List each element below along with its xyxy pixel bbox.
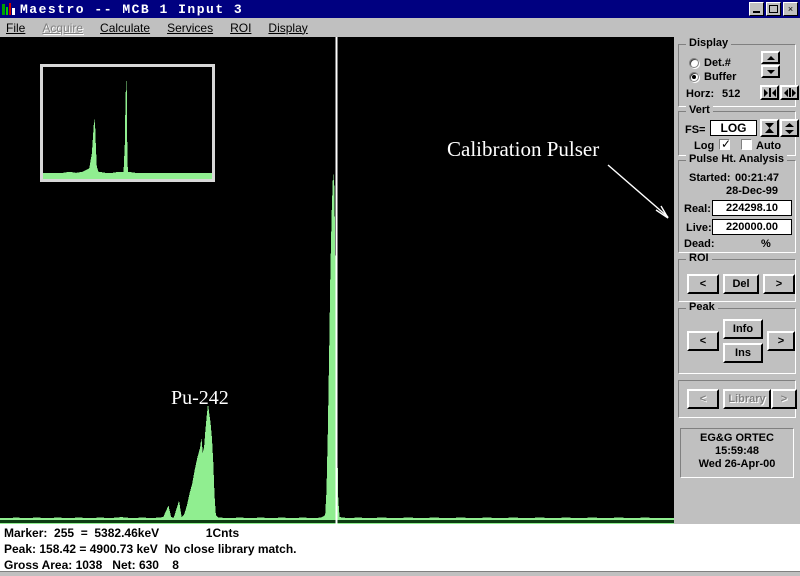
menu-display[interactable]: Display bbox=[268, 21, 307, 35]
spectrum-trace bbox=[43, 78, 212, 179]
roi-group: ROI < Del > bbox=[678, 259, 796, 302]
real-time-label: Real: bbox=[684, 203, 711, 215]
pulse-height-analysis-group: Pulse Ht. Analysis Started: 00:21:47 28-… bbox=[678, 160, 796, 253]
pha-group-label: Pulse Ht. Analysis bbox=[686, 154, 787, 165]
library-button: Library bbox=[723, 389, 771, 409]
collapse-horizontal-icon bbox=[764, 89, 768, 97]
roi-delete-button[interactable]: Del bbox=[723, 274, 759, 294]
live-time-label: Live: bbox=[686, 222, 712, 234]
brand-clock-box: EG&G ORTEC 15:59:48 Wed 26-Apr-00 bbox=[680, 428, 794, 478]
auto-checkbox[interactable] bbox=[741, 139, 752, 150]
clock-time: 15:59:48 bbox=[681, 445, 793, 458]
annotation-calibration-pulser: Calibration Pulser bbox=[447, 137, 599, 162]
real-time-value: 224298.10 bbox=[712, 200, 792, 216]
library-group: < Library > bbox=[678, 380, 796, 418]
menu-file-label: File bbox=[6, 21, 25, 35]
radio-buffer-label: Buffer bbox=[704, 71, 736, 83]
vert-autoscale-button[interactable] bbox=[760, 119, 779, 137]
radio-det-number[interactable] bbox=[689, 58, 699, 68]
close-button[interactable]: × bbox=[783, 2, 798, 16]
restore-button[interactable] bbox=[766, 2, 781, 16]
roi-group-label: ROI bbox=[686, 253, 712, 264]
radio-buffer[interactable] bbox=[689, 72, 699, 82]
expand-horizontal-icon bbox=[784, 89, 788, 97]
horz-spinner-up[interactable] bbox=[761, 51, 780, 64]
window-title: Maestro -- MCB 1 Input 3 bbox=[20, 2, 749, 17]
spectrum-display-area[interactable]: Calibration Pulser Pu-242 bbox=[0, 37, 674, 524]
horz-widen-button[interactable] bbox=[780, 85, 799, 100]
close-icon: × bbox=[784, 3, 797, 15]
display-group-label: Display bbox=[686, 38, 731, 49]
fs-value-field[interactable]: LOG bbox=[710, 120, 757, 136]
window-controls: × bbox=[749, 2, 798, 16]
minimize-button[interactable] bbox=[749, 2, 764, 16]
peak-insert-button[interactable]: Ins bbox=[723, 343, 763, 363]
down-arrow-icon bbox=[767, 70, 775, 74]
menu-calculate[interactable]: Calculate bbox=[100, 21, 150, 35]
radio-det-number-label: Det.# bbox=[704, 57, 731, 69]
maestro-application-window: Maestro -- MCB 1 Input 3 × File Acquire … bbox=[0, 0, 800, 576]
annotation-pu242: Pu-242 bbox=[171, 387, 229, 410]
menu-roi[interactable]: ROI bbox=[230, 21, 251, 35]
status-peak-line: Peak: 158.42 = 4900.73 keV No close libr… bbox=[4, 541, 800, 557]
clock-date: Wed 26-Apr-00 bbox=[681, 458, 793, 471]
menu-acquire-label: Acquire bbox=[42, 21, 83, 35]
vert-step-button[interactable] bbox=[780, 119, 799, 137]
dead-time-label: Dead: bbox=[684, 238, 715, 250]
menu-roi-label: ROI bbox=[230, 21, 251, 35]
dead-time-value: % bbox=[761, 238, 771, 250]
horz-value: 512 bbox=[722, 88, 740, 100]
started-time: 00:21:47 bbox=[735, 172, 779, 184]
horz-narrow-button[interactable] bbox=[760, 85, 779, 100]
peak-next-button[interactable]: > bbox=[767, 331, 795, 351]
peak-info-button[interactable]: Info bbox=[723, 319, 763, 339]
menu-file[interactable]: File bbox=[6, 21, 25, 35]
brand-label: EG&G ORTEC bbox=[681, 432, 793, 445]
control-panel: Display Det.# Buffer Horz: 512 bbox=[674, 37, 800, 524]
spectrum-icon bbox=[1, 2, 17, 16]
auto-label: Auto bbox=[756, 140, 781, 152]
horz-spinner-down[interactable] bbox=[761, 65, 780, 78]
log-label: Log bbox=[694, 140, 714, 152]
peak-group: Peak < Info Ins > bbox=[678, 308, 796, 374]
started-date: 28-Dec-99 bbox=[726, 185, 778, 197]
menu-acquire: Acquire bbox=[42, 21, 83, 35]
horz-label: Horz: bbox=[686, 88, 714, 100]
overview-baseline bbox=[43, 175, 212, 179]
vert-group: Vert FS= LOG Log ✓ Auto bbox=[678, 111, 796, 156]
status-bar: Marker: 255 = 5382.46keV 1Cnts Peak: 158… bbox=[0, 524, 800, 576]
menu-bar: File Acquire Calculate Services ROI Disp… bbox=[0, 18, 800, 37]
menu-display-label: Display bbox=[268, 21, 307, 35]
fs-label: FS= bbox=[685, 124, 705, 136]
spectrum-overview-inset[interactable] bbox=[40, 64, 215, 182]
started-label: Started: bbox=[689, 172, 731, 184]
status-marker-line: Marker: 255 = 5382.46keV 1Cnts bbox=[4, 525, 800, 541]
radio-buffer-selected-dot bbox=[692, 75, 696, 79]
window-bottom-edge bbox=[0, 571, 800, 576]
peak-group-label: Peak bbox=[686, 302, 718, 313]
autoscale-icon bbox=[764, 122, 775, 134]
library-prev-button: < bbox=[687, 389, 719, 409]
library-next-button: > bbox=[771, 389, 797, 409]
menu-services[interactable]: Services bbox=[167, 21, 213, 35]
roi-prev-button[interactable]: < bbox=[687, 274, 719, 294]
menu-services-label: Services bbox=[167, 21, 213, 35]
up-down-arrow-icon bbox=[784, 122, 795, 135]
log-checkbox[interactable]: ✓ bbox=[719, 139, 730, 150]
live-time-value: 220000.00 bbox=[712, 219, 792, 235]
checkmark-icon: ✓ bbox=[721, 138, 731, 150]
vert-group-label: Vert bbox=[686, 105, 713, 116]
overview-plot bbox=[43, 67, 212, 179]
up-arrow-icon bbox=[767, 56, 775, 60]
title-bar: Maestro -- MCB 1 Input 3 × bbox=[0, 0, 800, 18]
roi-next-button[interactable]: > bbox=[763, 274, 795, 294]
peak-prev-button[interactable]: < bbox=[687, 331, 719, 351]
display-group: Display Det.# Buffer Horz: 512 bbox=[678, 44, 796, 107]
menu-calculate-label: Calculate bbox=[100, 21, 150, 35]
